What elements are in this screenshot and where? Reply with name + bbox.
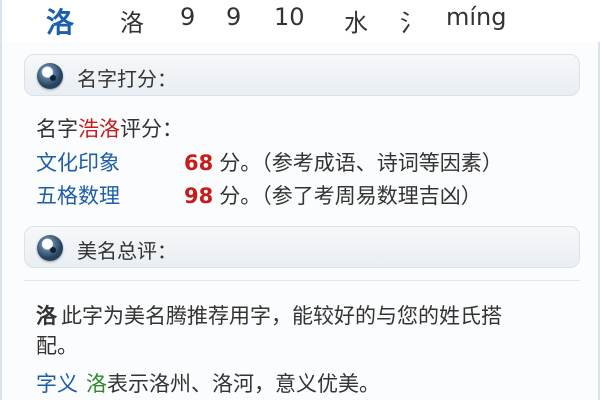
stroke-count-3: 10 xyxy=(274,3,305,31)
stroke-count-1: 9 xyxy=(180,3,196,31)
eye-orb-icon xyxy=(37,63,63,89)
score-heading: 名字浩洛评分： xyxy=(36,113,183,143)
divider xyxy=(24,280,580,281)
five-element: 水 xyxy=(344,9,368,37)
score-note: （参了考周易数理吉凶） xyxy=(261,184,482,208)
score-row: 文化印象 xyxy=(36,147,120,177)
review-section-header[interactable]: 美名总评： xyxy=(24,226,580,268)
meaning-char: 洛 xyxy=(86,372,107,396)
score-row-label: 文化印象 xyxy=(36,151,120,175)
meaning-line: 字义 洛表示洛州、洛河，意义优美。 xyxy=(36,368,380,398)
app-frame: 洛 洛 9 9 10 水 氵 míng 名字打分： 名字浩洛评分： 文化印象 6… xyxy=(0,0,600,400)
score-value: 98 xyxy=(184,184,214,208)
score-heading-suffix: 评分： xyxy=(120,117,183,141)
score-section-header[interactable]: 名字打分： xyxy=(24,54,580,96)
review-desc-line2: 配。 xyxy=(36,330,78,360)
char-info-row: 洛 洛 9 9 10 水 氵 míng xyxy=(2,0,600,42)
meaning-text: 表示洛州、洛河，意义优美。 xyxy=(107,372,380,396)
score-row-value: 68 分。（参考成语、诗词等因素） xyxy=(184,147,503,177)
score-unit: 分。 xyxy=(219,184,262,208)
score-row-label: 五格数理 xyxy=(36,184,120,208)
score-note: （参考成语、诗词等因素） xyxy=(261,151,503,175)
eye-orb-icon xyxy=(37,235,63,261)
stroke-count-2: 9 xyxy=(226,3,242,31)
score-unit: 分。 xyxy=(219,151,262,175)
review-desc-line1: 洛此字为美名腾推荐用字，能较好的与您的姓氏搭 xyxy=(36,300,502,330)
review-desc-text1: 此字为美名腾推荐用字，能较好的与您的姓氏搭 xyxy=(61,304,502,328)
meaning-label: 字义 xyxy=(36,372,78,396)
score-value: 68 xyxy=(184,151,214,175)
score-heading-prefix: 名字 xyxy=(36,117,78,141)
pinyin: míng xyxy=(446,3,507,31)
score-row: 五格数理 xyxy=(36,180,120,210)
review-desc-text2: 配。 xyxy=(36,334,78,358)
review-char: 洛 xyxy=(36,304,57,328)
score-row-value: 98 分。（参了考周易数理吉凶） xyxy=(184,180,482,210)
char-traditional: 洛 xyxy=(120,9,144,37)
radical: 氵 xyxy=(400,9,424,37)
score-heading-name: 浩洛 xyxy=(78,117,120,141)
char-large: 洛 xyxy=(46,6,75,39)
score-section-title: 名字打分： xyxy=(77,67,177,91)
review-section-title: 美名总评： xyxy=(77,239,177,263)
